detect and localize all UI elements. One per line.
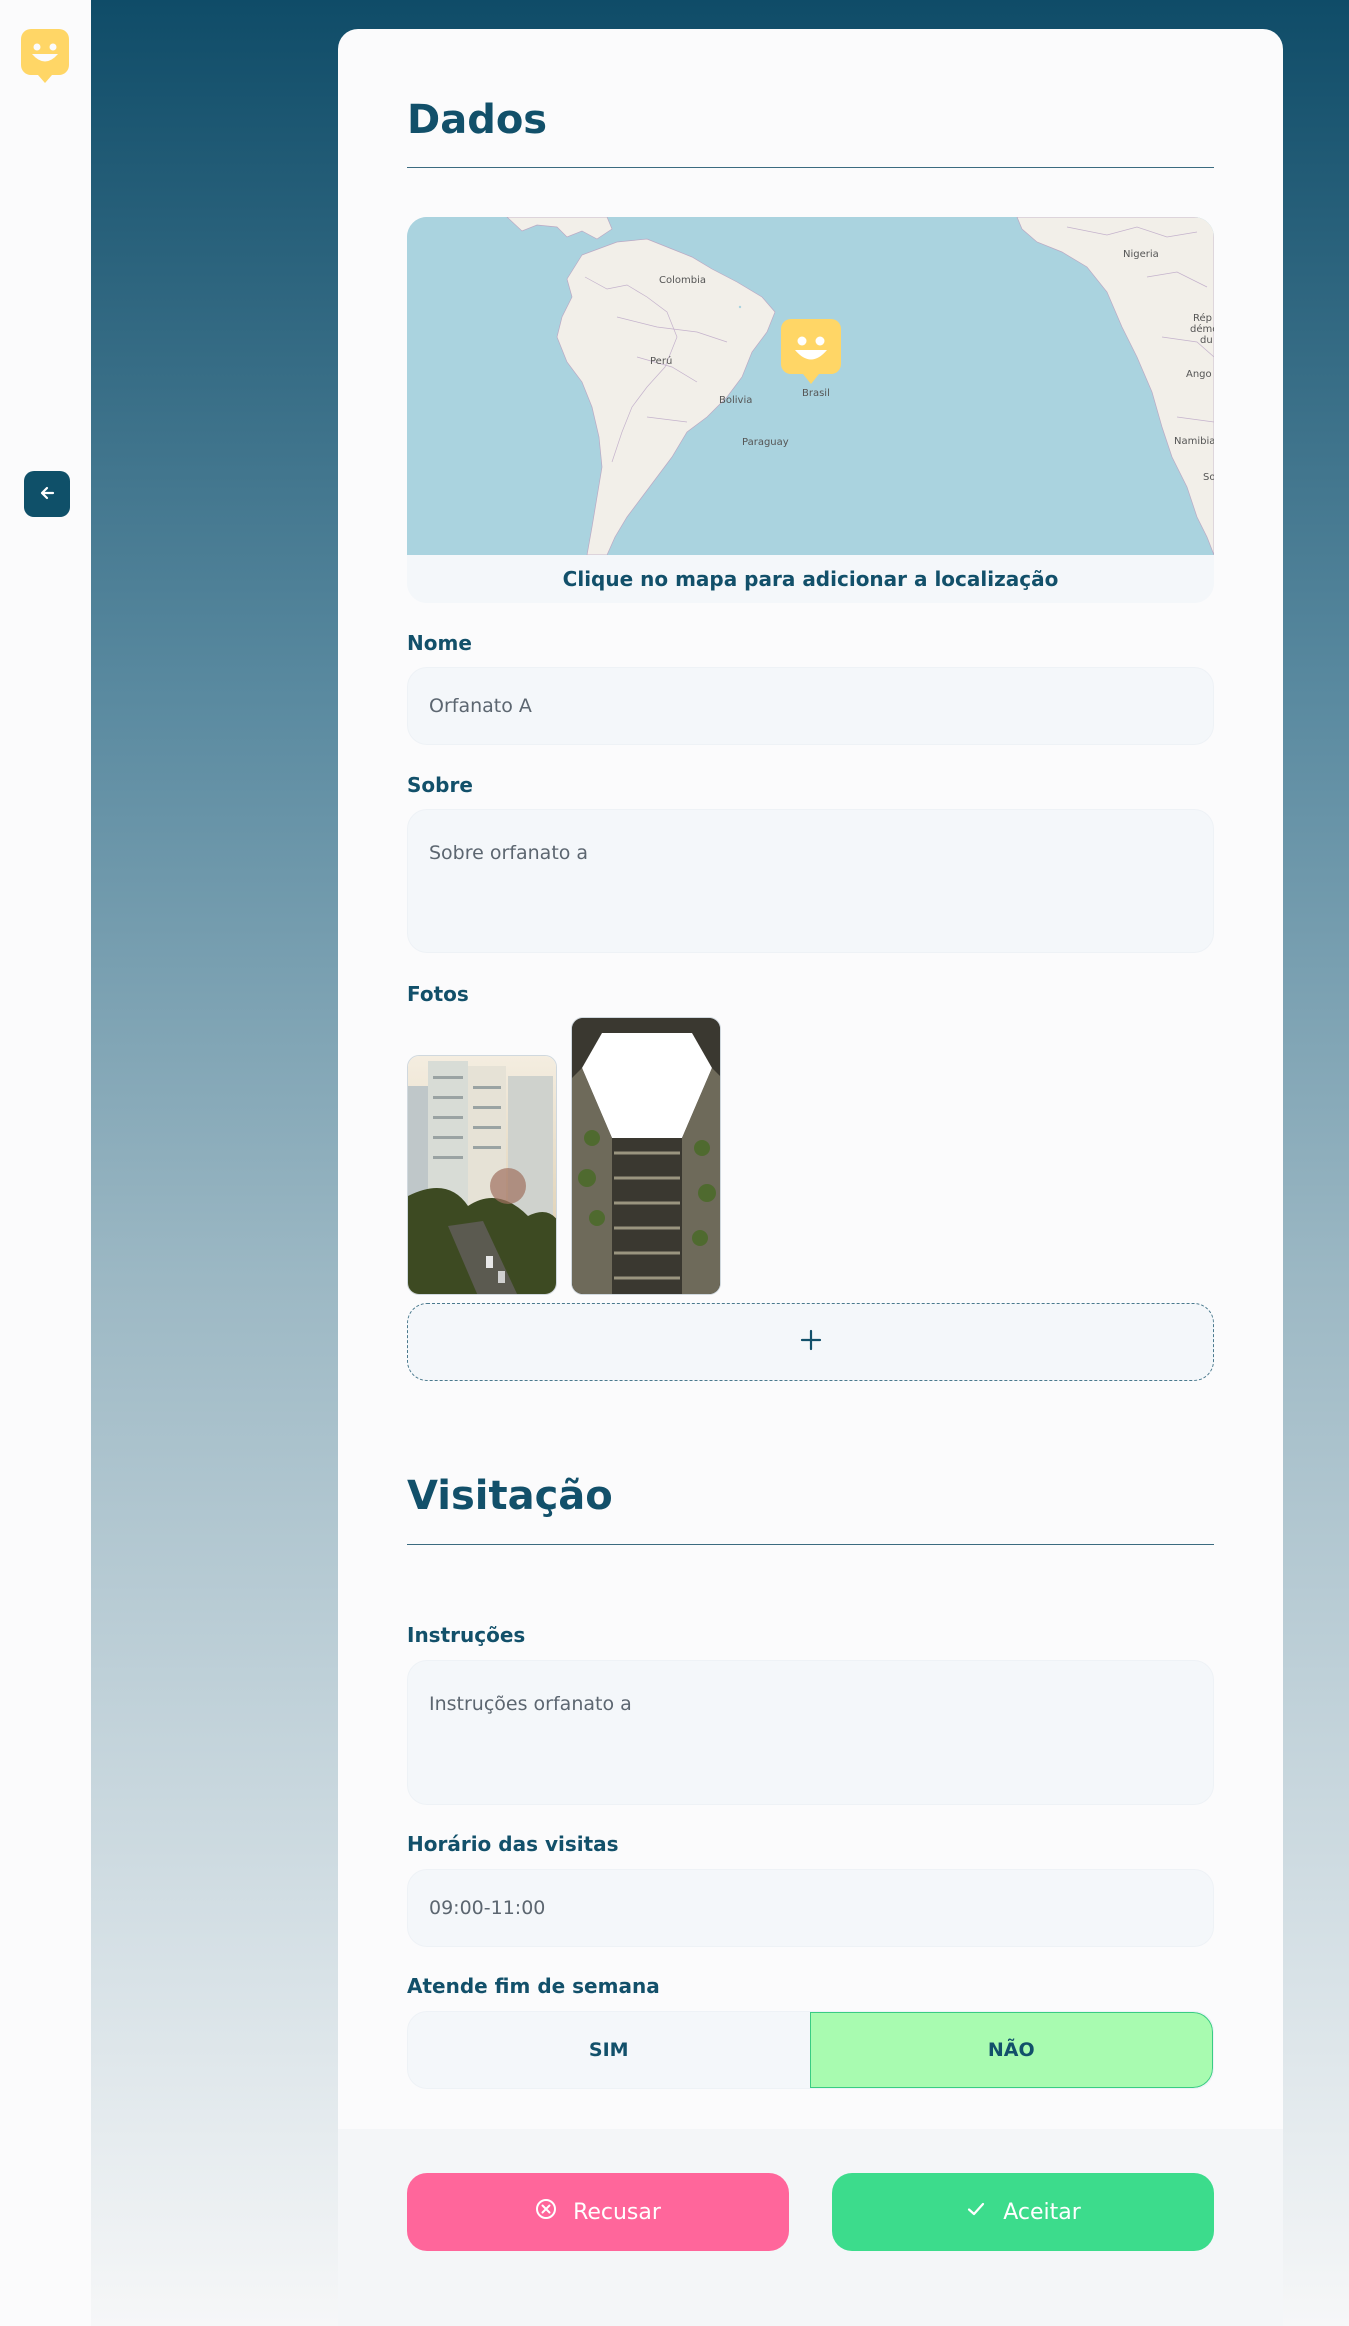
map-label-south: So [1203, 472, 1214, 483]
sobre-textarea[interactable]: Sobre orfanato a [407, 809, 1214, 953]
map-container: Colombia Perú Bolivia Brasil Paraguay Ni… [407, 217, 1214, 603]
nome-input[interactable]: Orfanato A [407, 667, 1214, 745]
happy-marker-icon [21, 29, 69, 83]
map-label-dem: démo [1190, 323, 1214, 335]
content-area: Dados Colombia Perú Bolivia Brasil Parag… [91, 0, 1349, 2326]
orphanage-form-card: Dados Colombia Perú Bolivia Brasil Parag… [338, 29, 1283, 2326]
map-label-paraguay: Paraguay [742, 437, 789, 448]
fim-semana-label: Atende fim de semana [407, 1974, 660, 1998]
reject-button[interactable]: Recusar [407, 2173, 789, 2251]
location-map[interactable]: Colombia Perú Bolivia Brasil Paraguay Ni… [407, 217, 1214, 556]
section-title-visitacao: Visitação [407, 1473, 613, 1519]
divider [407, 1544, 1214, 1545]
divider [407, 167, 1214, 168]
sobre-label: Sobre [407, 773, 473, 797]
plus-icon [800, 1329, 822, 1355]
section-title-dados: Dados [407, 97, 548, 143]
toggle-nao-button[interactable]: NÃO [809, 2012, 1213, 2088]
fim-semana-toggle: SIM NÃO [407, 2011, 1214, 2089]
instrucoes-textarea[interactable]: Instruções orfanato a [407, 1660, 1214, 1805]
map-label-angola: Ango [1186, 369, 1212, 380]
add-photo-button[interactable] [407, 1303, 1214, 1381]
map-label-namibia: Namibia [1174, 436, 1214, 447]
map-label-peru: Perú [650, 355, 672, 367]
horario-input[interactable]: 09:00-11:00 [407, 1869, 1214, 1947]
map-label-brasil: Brasil [802, 388, 830, 399]
map-label-nigeria: Nigeria [1123, 249, 1159, 260]
arrow-left-icon [37, 483, 57, 506]
photo-thumbnail[interactable] [407, 1055, 557, 1295]
map-label-rep: Rép [1193, 312, 1212, 324]
map-label-colombia: Colombia [659, 275, 706, 286]
instrucoes-label: Instruções [407, 1623, 526, 1647]
toggle-sim-button[interactable]: SIM [408, 2012, 810, 2088]
map-label-bolivia: Bolivia [719, 395, 752, 406]
accept-button[interactable]: Aceitar [832, 2173, 1214, 2251]
accept-label: Aceitar [1003, 2199, 1081, 2225]
nome-label: Nome [407, 631, 472, 655]
sidebar [0, 0, 91, 2326]
back-button[interactable] [24, 471, 70, 517]
fotos-label: Fotos [407, 982, 469, 1006]
photo-thumbnail[interactable] [571, 1017, 721, 1295]
x-circle-icon [535, 2198, 557, 2226]
map-caption: Clique no mapa para adicionar a localiza… [407, 555, 1214, 603]
horario-label: Horário das visitas [407, 1832, 619, 1856]
check-icon [965, 2198, 987, 2226]
map-label-du: du [1200, 335, 1213, 346]
reject-label: Recusar [573, 2199, 661, 2225]
